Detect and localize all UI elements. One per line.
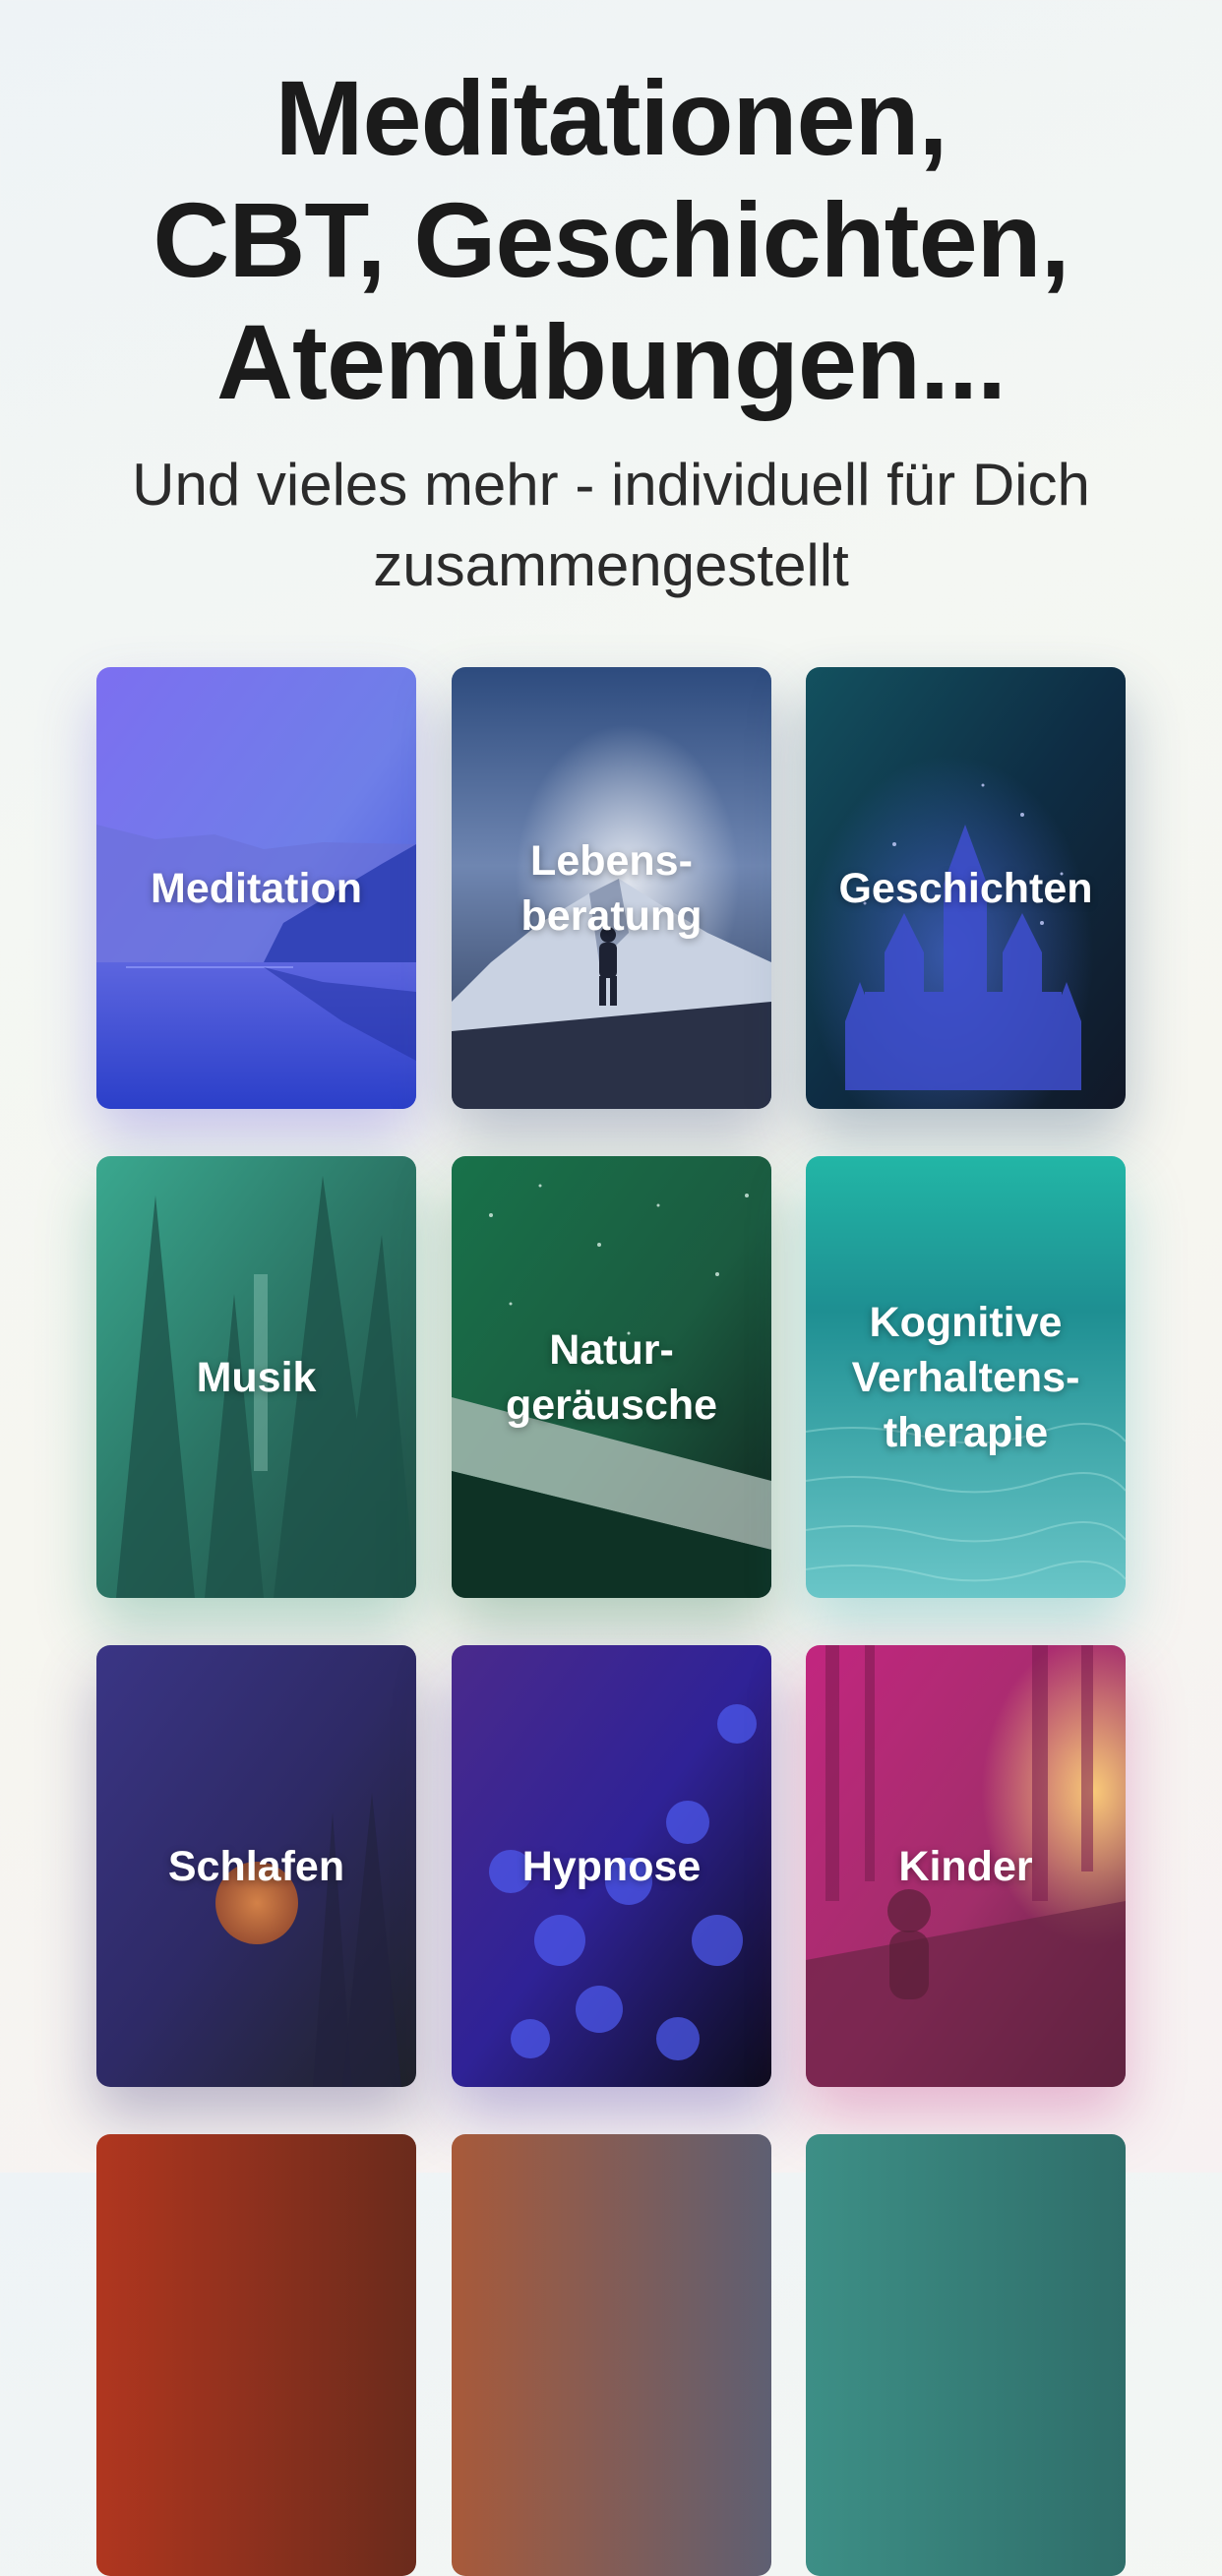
category-card-partial-3[interactable] xyxy=(806,2134,1126,2576)
page-title: Meditationen, CBT, Geschichten, Atemübun… xyxy=(0,57,1222,423)
title-line-3: Atemübungen... xyxy=(216,302,1007,421)
category-card-naturgeraeusche[interactable]: Natur- geräusche xyxy=(452,1156,771,1598)
category-card-hypnose[interactable]: Hypnose xyxy=(452,1645,771,2087)
category-card-lebensberatung[interactable]: Lebens- beratung xyxy=(452,667,771,1109)
category-card-schlafen[interactable]: Schlafen xyxy=(96,1645,416,2087)
category-card-geschichten[interactable]: Geschichten xyxy=(806,667,1126,1109)
title-line-1: Meditationen, xyxy=(275,58,948,177)
category-label: Kinder xyxy=(898,1842,1033,1890)
category-label: Schlafen xyxy=(167,1842,345,1890)
subtitle-line-1: Und vieles mehr - individuell für Dich xyxy=(132,452,1090,518)
category-label: Geschichten xyxy=(838,864,1093,912)
page-subtitle: Und vieles mehr - individuell für Dich z… xyxy=(0,445,1222,606)
subtitle-line-2: zusammengestellt xyxy=(373,532,849,598)
category-label: Meditation xyxy=(151,864,362,912)
category-card-kognitive-verhaltenstherapie[interactable]: Kognitive Verhaltens- therapie xyxy=(806,1156,1126,1598)
category-label: Kognitive Verhaltens- therapie xyxy=(851,1298,1080,1456)
category-card-partial-1[interactable] xyxy=(96,2134,416,2576)
title-line-2: CBT, Geschichten, xyxy=(153,180,1069,299)
category-card-kinder[interactable]: Kinder xyxy=(806,1645,1126,2087)
category-card-partial-2[interactable] xyxy=(452,2134,771,2576)
category-card-meditation[interactable]: Meditation xyxy=(96,667,416,1109)
category-label: Hypnose xyxy=(521,1842,702,1890)
category-card-musik[interactable]: Musik xyxy=(96,1156,416,1598)
category-label: Lebens- beratung xyxy=(520,836,703,940)
category-label: Natur- geräusche xyxy=(505,1325,718,1429)
category-label: Musik xyxy=(196,1353,317,1401)
